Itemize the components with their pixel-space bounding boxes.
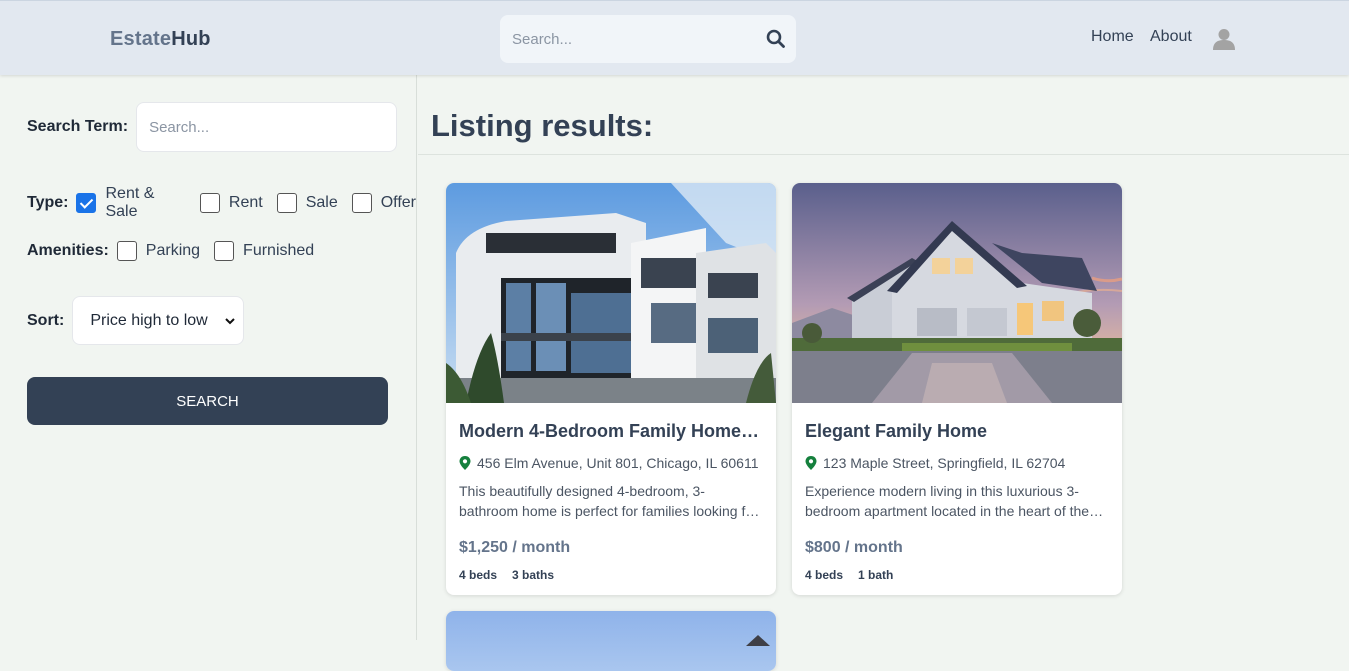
sort-select[interactable]: Price high to low [72, 296, 245, 345]
listing-address-text: 123 Maple Street, Springfield, IL 62704 [823, 455, 1066, 471]
listing-address: 456 Elm Avenue, Unit 801, Chicago, IL 60… [459, 455, 763, 471]
listing-card[interactable]: Modern 4-Bedroom Family Home in Prime Lo… [446, 183, 776, 595]
checkbox-label-sale: Sale [305, 194, 338, 211]
checkbox-label-offer: Offer [380, 194, 416, 211]
checkbox-label-rent: Rent [228, 194, 263, 211]
search-term-row: Search Term: [27, 102, 398, 152]
logo[interactable]: EstateHub [110, 28, 211, 51]
header-search-input[interactable] [500, 15, 750, 63]
listing-address-text: 456 Elm Avenue, Unit 801, Chicago, IL 60… [477, 455, 759, 471]
listing-specs: 4 beds 3 baths [459, 568, 763, 582]
amenities-filter-row: Amenities: Parking Furnished [27, 241, 314, 261]
checkbox-label-parking: Parking [145, 242, 201, 259]
top-header: EstateHub Home About [0, 0, 1349, 75]
checkbox-rent-and-sale[interactable] [76, 193, 97, 213]
listing-photo[interactable] [446, 611, 776, 671]
listing-description: Experience modern living in this luxurio… [805, 483, 1090, 519]
listing-price: $800 / month [805, 539, 903, 556]
checkbox-furnished[interactable] [214, 241, 235, 261]
nav-about-link[interactable]: About [1150, 28, 1192, 46]
listing-baths: 3 baths [512, 568, 555, 582]
page-title: Listing results: [431, 108, 654, 143]
type-filter-row: Type: Rent & Sale Rent Sale Offer [27, 185, 416, 221]
listing-baths: 1 bath [858, 568, 894, 582]
checkbox-parking[interactable] [116, 241, 137, 261]
search-icon[interactable] [764, 27, 788, 51]
listing-title[interactable]: Elegant Family Home [805, 421, 1109, 442]
listing-price: $1,250 / month [459, 539, 571, 556]
divider [418, 154, 1349, 155]
user-avatar-icon[interactable] [1211, 26, 1237, 52]
checkbox-rent[interactable] [199, 193, 220, 213]
listing-card-body: Elegant Family Home 123 Maple Street, Sp… [792, 421, 1122, 582]
checkbox-sale[interactable] [276, 193, 297, 213]
search-term-label: Search Term: [27, 118, 129, 135]
listing-card-body: Modern 4-Bedroom Family Home in Prime Lo… [446, 421, 776, 582]
sort-selected-value: Price high to low [90, 311, 208, 329]
nav-home-link[interactable]: Home [1091, 28, 1134, 46]
logo-part-estate: Estate [110, 28, 172, 50]
location-pin-icon [805, 456, 817, 470]
filter-sidebar: Search Term: Type: Rent & Sale Rent Sale… [0, 75, 417, 640]
location-pin-icon [459, 456, 471, 470]
listing-card[interactable]: Elegant Family Home 123 Maple Street, Sp… [792, 183, 1122, 595]
search-button[interactable]: Search [27, 377, 388, 425]
listing-address: 123 Maple Street, Springfield, IL 62704 [805, 455, 1109, 471]
listing-photo-family-house[interactable] [792, 183, 1122, 403]
listing-results-area: Listing results: Modern 4-Bedroom Family… [418, 75, 1349, 671]
sort-label: Sort: [27, 311, 65, 329]
listing-title[interactable]: Modern 4-Bedroom Family Home in Prime Lo… [459, 421, 763, 442]
sort-row: Sort: Price high to low [27, 296, 245, 345]
checkbox-offer[interactable] [351, 193, 372, 213]
type-label: Type: [27, 194, 69, 211]
logo-part-hub: Hub [171, 28, 211, 50]
listing-photo-modern-house[interactable] [446, 183, 776, 403]
header-search-box [500, 15, 796, 63]
listing-card[interactable] [446, 611, 776, 671]
amenities-label: Amenities: [27, 242, 109, 259]
checkbox-label-furnished: Furnished [243, 242, 315, 259]
chevron-down-icon [223, 314, 237, 328]
search-term-input[interactable] [136, 102, 398, 152]
listing-specs: 4 beds 1 bath [805, 568, 1109, 582]
listing-beds: 4 beds [459, 568, 498, 582]
checkbox-label-rent-and-sale: Rent & Sale [105, 185, 155, 220]
listing-beds: 4 beds [805, 568, 844, 582]
listing-description: This beautifully designed 4-bedroom, 3-b… [459, 483, 758, 519]
